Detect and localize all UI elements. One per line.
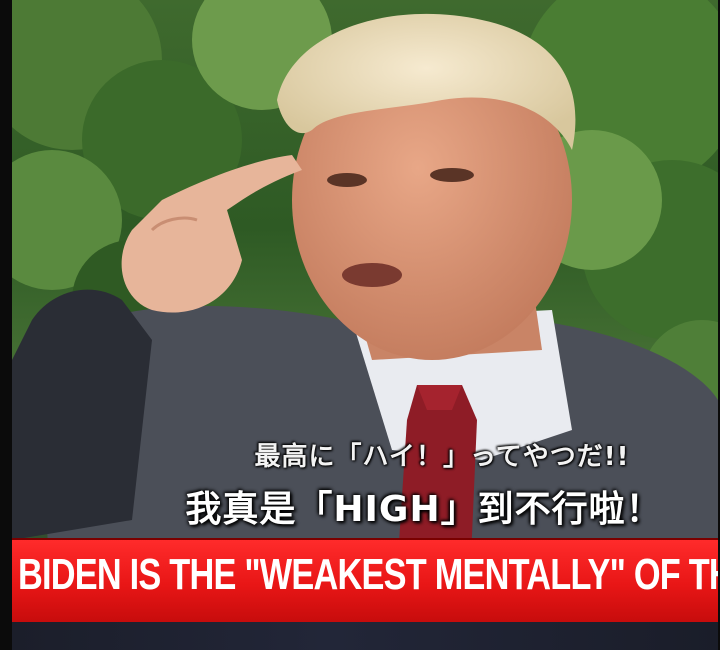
ticker-text: BIDEN IS THE "WEAKEST MENTALLY" OF THE 2… [18, 550, 718, 599]
subtitle-chinese: 我真是「HIGH」到不行啦！ [185, 489, 663, 530]
subtitle-japanese: 最高に「ハイ！」ってやつだ!! [254, 442, 630, 472]
news-ticker: BIDEN IS THE "WEAKEST MENTALLY" OF THE 2… [12, 538, 718, 624]
video-frame: 最高に「ハイ！」ってやつだ!! 我真是「HIGH」到不行啦！ BIDEN IS … [0, 0, 720, 650]
lower-strip [12, 622, 718, 650]
mouth [342, 263, 402, 287]
